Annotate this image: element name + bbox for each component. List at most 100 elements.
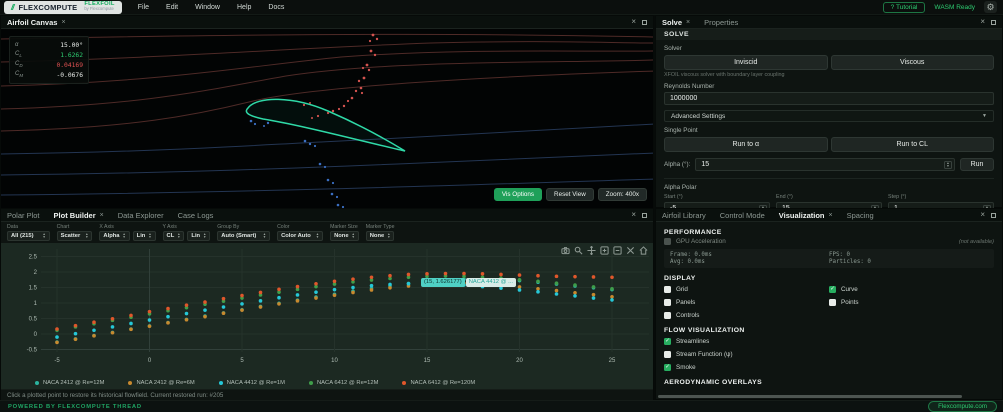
panel-maximize-icon[interactable]: [991, 20, 996, 25]
airfoil-canvas-tabbar: Airfoil Canvas × ×: [1, 16, 653, 29]
y-axis-select[interactable]: CL▲▼: [163, 231, 185, 241]
group-by-select[interactable]: Auto (Smart)▲▼: [217, 231, 270, 241]
plot-tab-plot-builder[interactable]: Plot Builder×: [54, 211, 104, 220]
overlays-header: AERODYNAMIC OVERLAYS: [664, 379, 994, 386]
panel-maximize-icon[interactable]: [642, 213, 647, 218]
legend-item[interactable]: NACA 4412 @ Re=1M: [219, 380, 285, 386]
vis-options-button[interactable]: Vis Options: [494, 188, 542, 201]
panel-maximize-icon[interactable]: [991, 213, 996, 218]
flowfield-canvas[interactable]: α15.00°CL1.6262CD0.04169CM-0.0676 Vis Op…: [1, 29, 653, 208]
zoom-icon[interactable]: [574, 246, 583, 255]
polar-chart[interactable]: -0.500.511.522.5-50510152025: [1, 243, 649, 367]
solve-tab-properties[interactable]: Properties: [704, 18, 738, 27]
tutorial-button[interactable]: ? Tutorial: [883, 2, 926, 13]
zoom-in-icon[interactable]: [600, 246, 609, 255]
menu-docs[interactable]: Docs: [268, 4, 284, 11]
close-icon[interactable]: ×: [61, 19, 65, 26]
control-marker-type: Marker TypeNone▲▼: [366, 224, 395, 241]
autoscale-icon[interactable]: [626, 246, 635, 255]
legend-item[interactable]: NACA 6412 @ Re=12M: [309, 380, 378, 386]
run-to-cl-button[interactable]: Run to CL: [831, 137, 995, 152]
panel-close-icon[interactable]: ×: [631, 211, 636, 219]
checkbox-points[interactable]: Points: [829, 297, 994, 307]
plot-tab-data-explorer[interactable]: Data Explorer: [118, 211, 164, 220]
footer: POWERED BY FLEXCOMPUTE THREAD Flexcomput…: [0, 400, 1003, 412]
zoom-out-icon[interactable]: [613, 246, 622, 255]
legend-item[interactable]: NACA 2412 @ Re=6M: [128, 380, 194, 386]
plot-tab-polar-plot[interactable]: Polar Plot: [7, 211, 40, 220]
panel-maximize-icon[interactable]: [642, 20, 647, 25]
checkbox-curve[interactable]: ✓Curve: [829, 284, 994, 294]
svg-text:1.5: 1.5: [29, 286, 38, 292]
x-axis-select[interactable]: Lin▲▼: [133, 231, 156, 241]
plot-tab-case-logs[interactable]: Case Logs: [178, 211, 214, 220]
viz-tab-visualization[interactable]: Visualization×: [779, 211, 833, 220]
solve-tab-solve[interactable]: Solve×: [662, 18, 690, 27]
viscous-button[interactable]: Viscous: [831, 55, 995, 70]
checkbox-grid[interactable]: Grid: [664, 284, 829, 294]
tab-airfoil-canvas[interactable]: Airfoil Canvas ×: [7, 18, 66, 27]
legend-item[interactable]: NACA 6412 @ Re=120M: [402, 380, 475, 386]
polar-plot-area[interactable]: -0.500.511.522.5-50510152025 (15, 1.6261…: [1, 243, 653, 389]
camera-icon[interactable]: [561, 246, 570, 255]
color-select[interactable]: Color Auto▲▼: [277, 231, 323, 241]
control-chart: ChartScatter▲▼: [57, 224, 93, 241]
powered-by-label: POWERED BY FLEXCOMPUTE THREAD: [0, 404, 142, 410]
zoom-400x-button[interactable]: Zoom: 400x: [598, 188, 647, 201]
reset-axes-icon[interactable]: [639, 246, 648, 255]
panel-close-icon[interactable]: ×: [631, 18, 636, 26]
checkbox-stream-function[interactable]: Stream Function (ψ): [664, 349, 994, 359]
plot-panel: Polar Plot Plot Builder× Data Explorer Case…: [0, 208, 654, 400]
checkbox-panels[interactable]: Panels: [664, 297, 829, 307]
panel-close-icon[interactable]: ×: [980, 18, 985, 26]
advanced-settings-toggle[interactable]: Advanced Settings ▼: [664, 110, 994, 122]
viz-tab-airfoil-library[interactable]: Airfoil Library: [662, 211, 706, 220]
readout-row: CM-0.0676: [15, 70, 83, 80]
checkbox-streamlines[interactable]: ✓Streamlines: [664, 336, 994, 346]
marker-size-select[interactable]: None▲▼: [330, 231, 359, 241]
inviscid-button[interactable]: Inviscid: [664, 55, 828, 70]
solver-hint: XFOIL viscous solver with boundary layer…: [664, 72, 994, 78]
svg-text:15: 15: [424, 358, 431, 364]
checkbox-smoke[interactable]: ✓Smoke: [664, 362, 994, 372]
marker-type-select[interactable]: None▲▼: [366, 231, 395, 241]
plot-modebar: [561, 246, 648, 255]
y-axis-select[interactable]: Lin▲▼: [187, 231, 210, 241]
data-select[interactable]: All (215)▲▼: [7, 231, 50, 241]
flexcompute-com-badge[interactable]: Flexcompute.com: [928, 401, 997, 412]
menu-help[interactable]: Help: [237, 4, 251, 11]
pan-icon[interactable]: [587, 246, 596, 255]
perf-fps: FPS: 0: [829, 252, 988, 258]
viz-tab-spacing[interactable]: Spacing: [847, 211, 874, 220]
stepper-icon[interactable]: ▲▼: [944, 161, 952, 169]
chart-tooltip: (15, 1.626177) NACA 4412 @ ...: [421, 278, 516, 287]
menu-edit[interactable]: Edit: [166, 4, 178, 11]
legend-item[interactable]: NACA 2412 @ Re=12M: [35, 380, 104, 386]
viz-tab-control-mode[interactable]: Control Mode: [720, 211, 765, 220]
svg-text:0: 0: [34, 332, 38, 338]
single-point-label: Single Point: [664, 127, 994, 134]
performance-stats: Frame: 0.0ms FPS: 0 Avg: 0.0ms Particles…: [664, 249, 994, 268]
visualization-panel: Airfoil Library Control Mode Visualization…: [655, 208, 1003, 400]
checkbox-controls[interactable]: Controls: [664, 310, 829, 320]
svg-text:0.5: 0.5: [29, 317, 38, 323]
horizontal-scrollbar[interactable]: [658, 395, 962, 398]
run-button[interactable]: Run: [960, 158, 994, 171]
alpha-input[interactable]: 15 ▲▼: [695, 158, 955, 171]
close-icon[interactable]: ×: [686, 19, 690, 26]
panel-close-icon[interactable]: ×: [980, 211, 985, 219]
gear-icon[interactable]: ⚙: [984, 1, 997, 13]
reynolds-input[interactable]: 1000000: [664, 92, 994, 105]
close-icon[interactable]: ×: [829, 212, 833, 219]
menu-window[interactable]: Window: [195, 4, 220, 11]
x-axis-select[interactable]: Alpha▲▼: [99, 231, 129, 241]
chart-select[interactable]: Scatter▲▼: [57, 231, 93, 241]
reset-view-button[interactable]: Reset View: [546, 188, 594, 201]
flexfoil-badge: FLEXFOIL by Flexcompute: [84, 2, 114, 11]
run-to-alpha-button[interactable]: Run to α: [664, 137, 828, 152]
menu-file[interactable]: File: [138, 4, 149, 11]
performance-header: PERFORMANCE: [664, 229, 994, 236]
close-icon[interactable]: ×: [100, 212, 104, 219]
gpu-checkbox[interactable]: [664, 238, 671, 245]
control-color: ColorColor Auto▲▼: [277, 224, 323, 241]
